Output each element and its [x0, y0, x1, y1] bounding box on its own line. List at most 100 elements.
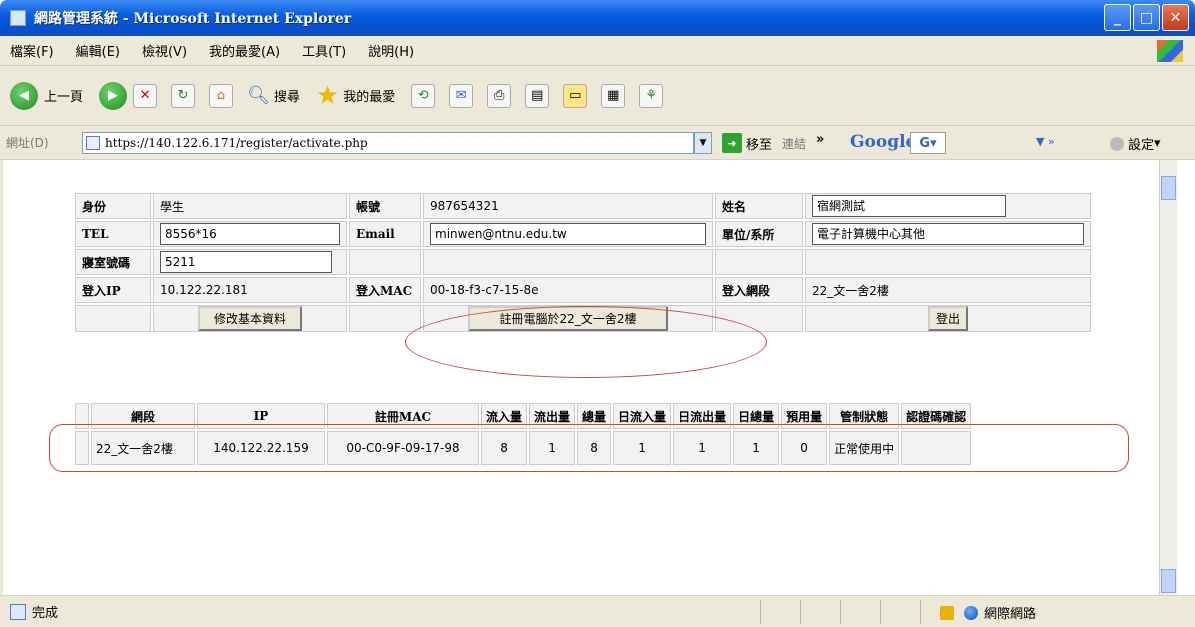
zone-label: 網際網路 [984, 607, 1037, 622]
menu-help[interactable]: 說明(H) [368, 41, 414, 60]
google-toolbar-logo: Google [850, 132, 917, 152]
edit-button-cell: 修改基本資料 [153, 305, 347, 332]
stop-icon[interactable]: ✕ [133, 83, 158, 108]
edit-icon[interactable]: ▤ [525, 83, 550, 108]
menu-tools[interactable]: 工具(T) [302, 41, 346, 60]
security-zone: 網際網路 [940, 603, 1036, 622]
window-controls: _ □ ✕ [1104, 4, 1189, 31]
room-field[interactable]: 5211 [160, 251, 332, 273]
address-dropdown-icon[interactable]: ▼ [694, 132, 712, 154]
settings-button[interactable]: 設定 ▾ [1110, 134, 1161, 153]
empty-cell [75, 305, 151, 332]
empty-cell [423, 249, 713, 275]
status-divider [760, 600, 761, 624]
links-label[interactable]: 連結 [782, 135, 806, 152]
empty-cell [349, 305, 421, 332]
highlight-rectangle [49, 424, 1129, 472]
logout-button-cell: 登出 [805, 305, 1091, 332]
links-overflow-chevron-icon[interactable]: » [816, 132, 824, 147]
forward-icon[interactable]: ▶ [99, 81, 128, 110]
messenger-icon[interactable]: ▭ [563, 83, 588, 108]
address-bar: 網址(D) https://140.122.6.171/register/act… [0, 126, 1195, 160]
dept-field[interactable]: 電子計算機中心其他 [812, 223, 1084, 245]
toolbar: ◀ 上一頁 ▶ ✕ ↻ ⌂ 🔍︎ 搜尋 ★ 我的最愛 ⟲ ✉ ⎙ ▤ ▭ ▦ ⚘ [0, 66, 1195, 126]
tel-field[interactable]: 8556*16 [160, 223, 340, 245]
identity-label: 身份 [75, 193, 151, 219]
logout-button[interactable]: 登出 [927, 306, 968, 331]
status-divider [880, 600, 881, 624]
research-icon[interactable]: ▦ [601, 83, 626, 108]
menu-view[interactable]: 檢視(V) [142, 41, 187, 60]
login-ip-label: 登入IP [75, 277, 151, 303]
history-icon[interactable]: ⟲ [411, 83, 436, 108]
account-value: 987654321 [423, 193, 713, 219]
empty-cell [715, 249, 803, 275]
status-text: 完成 [32, 606, 59, 621]
google-search-button[interactable]: G ▾ [910, 132, 946, 154]
email-label: Email [349, 221, 421, 247]
favorites-star-icon[interactable]: ★ [316, 81, 339, 111]
close-button[interactable]: ✕ [1162, 4, 1189, 31]
back-icon[interactable]: ◀ [10, 81, 38, 110]
back-button-label[interactable]: 上一頁 [44, 86, 83, 105]
address-url: https://140.122.6.171/register/activate.… [105, 136, 368, 150]
favorites-button-label[interactable]: 我的最愛 [343, 86, 395, 105]
maximize-button[interactable]: □ [1133, 4, 1160, 31]
status-divider [920, 600, 921, 624]
account-label: 帳號 [349, 193, 421, 219]
settings-icon [1110, 136, 1124, 151]
email-cell: minwen@ntnu.edu.tw [423, 221, 713, 247]
login-seg-label: 登入網段 [715, 277, 803, 303]
menu-file[interactable]: 檔案(F) [10, 41, 54, 60]
minimize-button[interactable]: _ [1104, 4, 1131, 31]
home-icon[interactable]: ⌂ [209, 83, 234, 108]
mail-icon[interactable]: ✉ [449, 83, 474, 108]
vertical-scrollbar[interactable] [1159, 160, 1177, 595]
title-bar: 網路管理系統 - Microsoft Internet Explorer _ □… [0, 0, 1195, 36]
msn-icon[interactable]: ⚘ [639, 83, 664, 108]
ie-icon [10, 10, 26, 26]
menu-edit[interactable]: 編輯(E) [76, 41, 120, 60]
room-cell: 5211 [153, 249, 347, 275]
status-divider [840, 600, 841, 624]
name-cell: 宿網測試 [805, 193, 1091, 219]
page-icon [86, 136, 100, 150]
status-bar: 完成 網際網路 [0, 595, 1195, 627]
google-dropdown-icon[interactable]: ▼ » [1036, 135, 1055, 148]
empty-cell [349, 249, 421, 275]
page-content: 身份 學生 帳號 987654321 姓名 宿網測試 TEL 8556*16 E… [0, 160, 1176, 595]
google-button-label: G [919, 135, 931, 151]
settings-label: 設定 [1128, 138, 1155, 153]
scrollbar-down[interactable] [1161, 569, 1176, 593]
room-label: 寢室號碼 [75, 249, 151, 275]
window-title: 網路管理系統 - Microsoft Internet Explorer [34, 11, 352, 27]
lock-icon [940, 605, 954, 620]
menu-favorites[interactable]: 我的最愛(A) [209, 41, 280, 60]
scrollbar-up[interactable] [1161, 176, 1176, 200]
name-field[interactable]: 宿網測試 [812, 195, 1006, 217]
login-mac-value: 00-18-f3-c7-15-8e [423, 277, 713, 303]
page-done-icon [10, 603, 26, 620]
menu-bar: 檔案(F) 編輯(E) 檢視(V) 我的最愛(A) 工具(T) 說明(H) [0, 36, 1195, 66]
identity-value: 學生 [153, 193, 347, 219]
go-label: 移至 [746, 137, 773, 153]
refresh-icon[interactable]: ↻ [171, 83, 196, 108]
empty-cell [805, 249, 1091, 275]
go-button[interactable]: ➜ 移至 [722, 133, 772, 153]
tel-label: TEL [75, 221, 151, 247]
search-icon[interactable]: 🔍︎ [247, 85, 270, 106]
address-input[interactable]: https://140.122.6.171/register/activate.… [82, 132, 694, 154]
login-mac-label: 登入MAC [349, 277, 421, 303]
login-ip-value: 10.122.22.181 [153, 277, 347, 303]
name-label: 姓名 [715, 193, 803, 219]
windows-logo-icon [1157, 40, 1183, 62]
dept-cell: 電子計算機中心其他 [805, 221, 1091, 247]
search-button-label[interactable]: 搜尋 [274, 86, 300, 105]
dept-label: 單位/系所 [715, 221, 803, 247]
edit-profile-button[interactable]: 修改基本資料 [197, 306, 302, 331]
email-field[interactable]: minwen@ntnu.edu.tw [430, 223, 706, 245]
print-icon[interactable]: ⎙ [487, 83, 512, 108]
status-divider [800, 600, 801, 624]
go-arrow-icon: ➜ [722, 133, 742, 153]
highlight-ellipse [405, 306, 767, 378]
